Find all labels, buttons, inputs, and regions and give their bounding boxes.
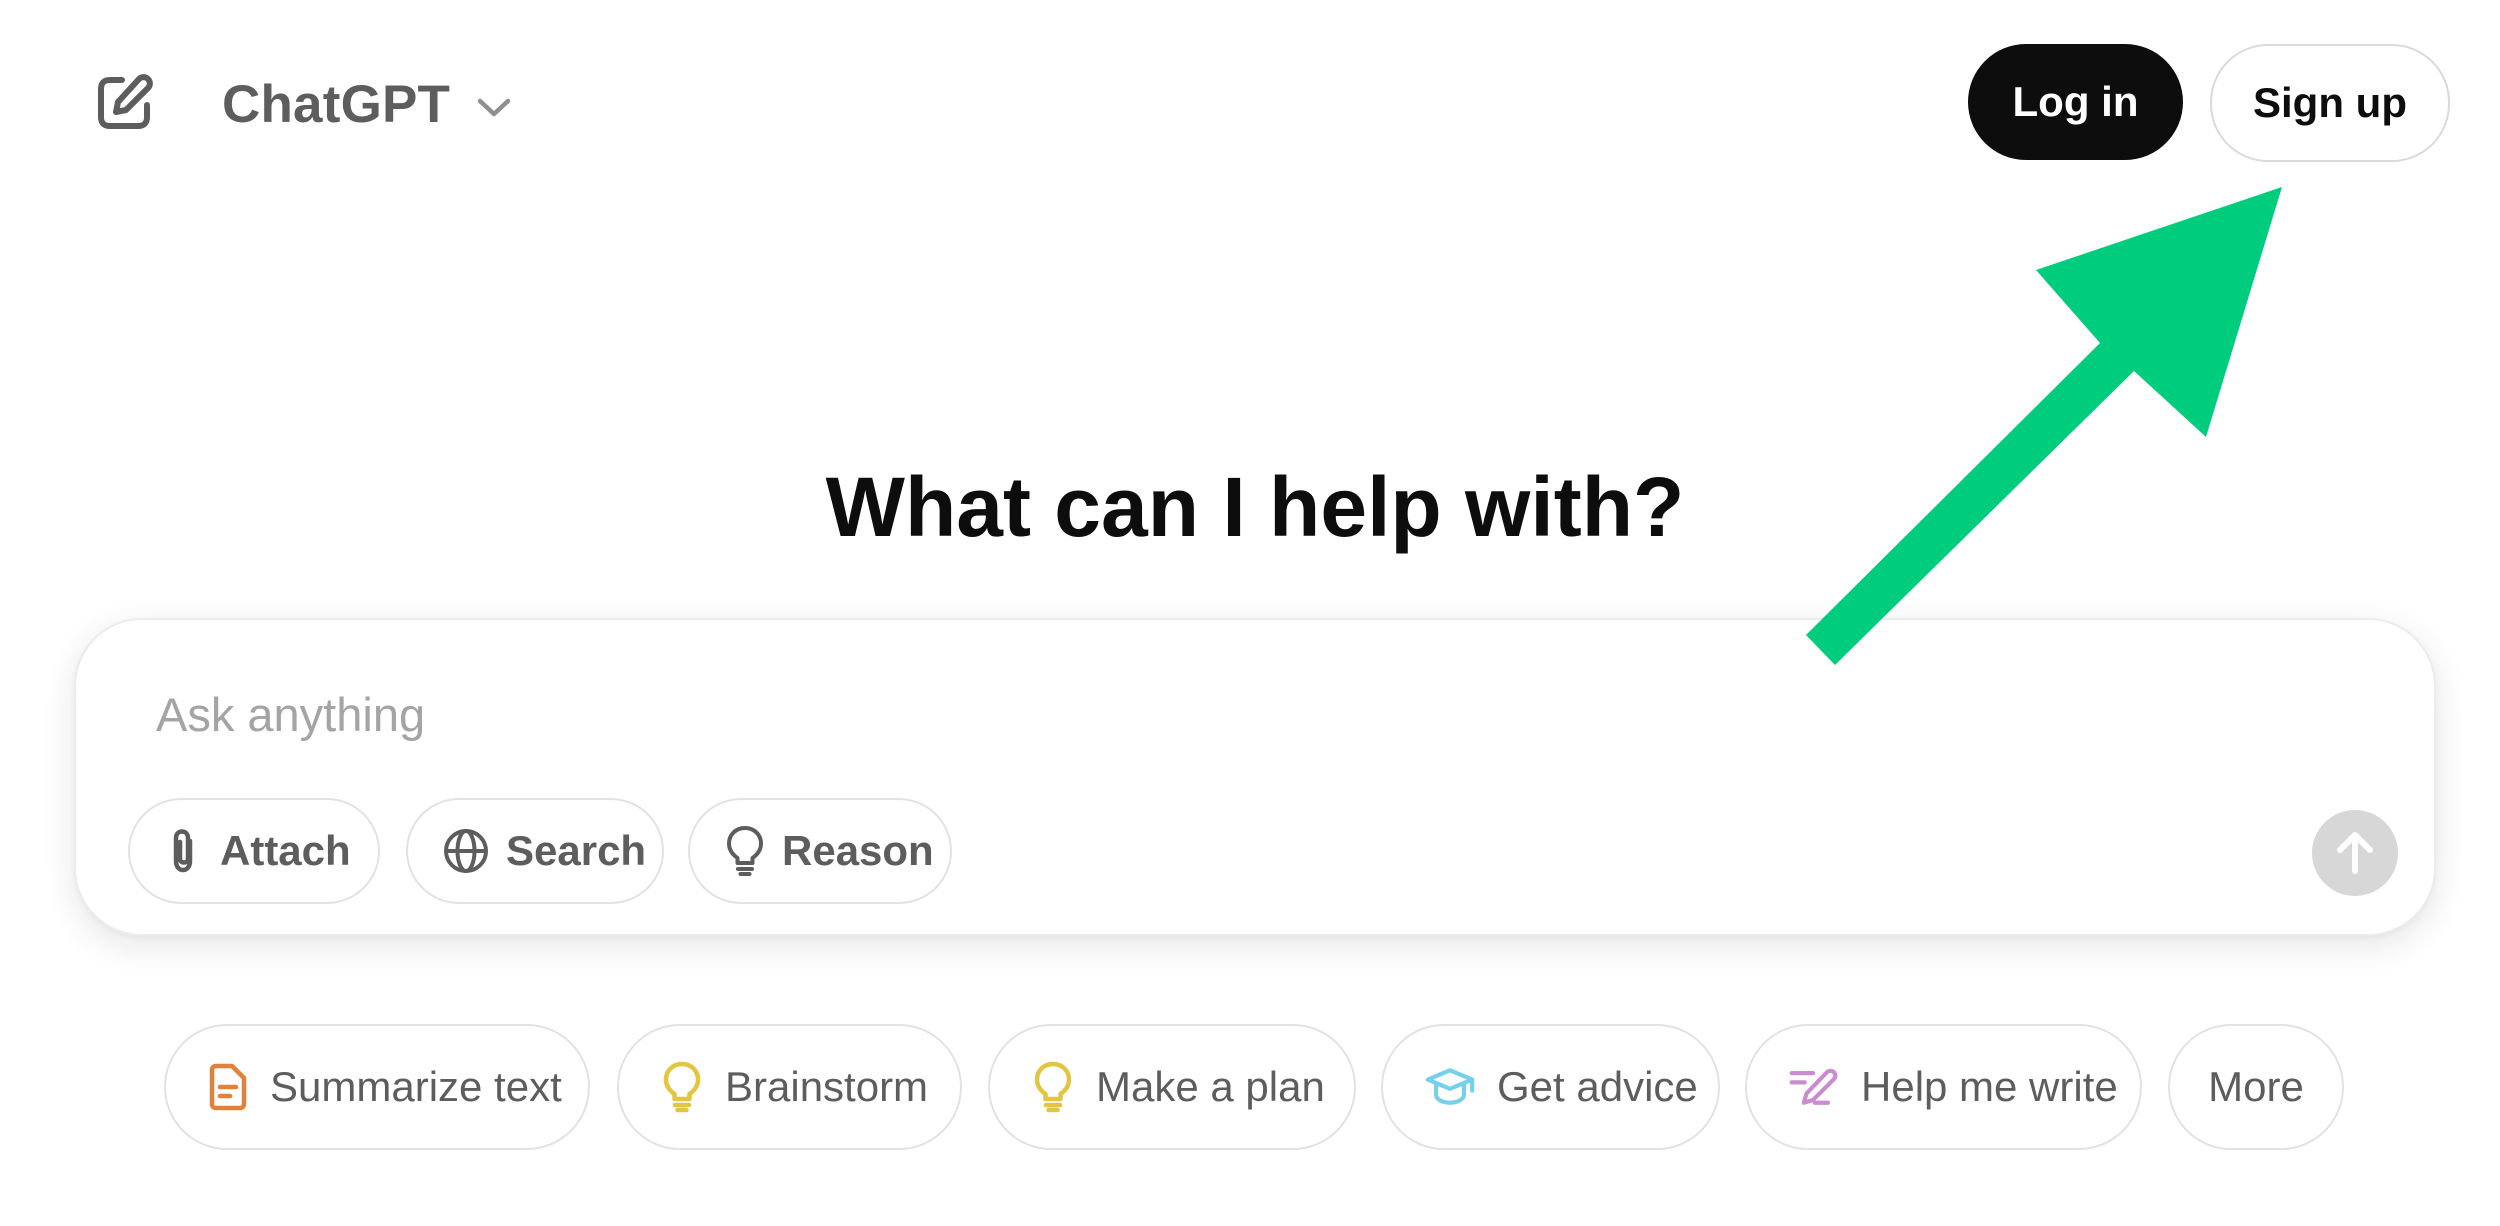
lightbulb-icon [724,826,766,876]
suggestion-label: Help me write [1861,1063,2118,1110]
reason-label: Reason [782,827,934,874]
globe-icon [442,827,490,875]
suggestion-summarize-text[interactable]: Summarize text [164,1024,590,1150]
lightbulb-icon [661,1060,703,1114]
graduation-cap-icon [1425,1060,1475,1114]
suggestion-label: Brainstorm [725,1063,929,1110]
page-title: What can I help with? [825,460,1685,554]
suggestion-make-a-plan[interactable]: Make a plan [988,1024,1356,1150]
model-name: ChatGPT [222,74,451,134]
arrow-up-icon [2337,832,2373,874]
paperclip-icon [164,827,204,875]
new-chat-button[interactable] [92,71,156,135]
prompt-input[interactable] [156,674,2256,754]
document-icon [208,1060,248,1114]
pen-lines-icon [1789,1060,1839,1114]
suggestion-brainstorm[interactable]: Brainstorm [617,1024,962,1150]
suggestion-label: Get advice [1497,1063,1698,1110]
suggestion-label: Summarize text [270,1063,562,1110]
suggestion-more[interactable]: More [2168,1024,2344,1150]
suggestion-label: More [2208,1063,2304,1110]
search-label: Search [506,827,647,874]
green-arrow-pointing-to-sign-up [1806,187,2282,665]
edit-pencil-square-icon [98,74,153,129]
suggestion-help-me-write[interactable]: Help me write [1745,1024,2142,1150]
signup-button[interactable]: Sign up [2210,44,2450,162]
model-selector[interactable]: ChatGPT [222,66,512,142]
suggestion-get-advice[interactable]: Get advice [1381,1024,1720,1150]
login-button[interactable]: Log in [1968,44,2183,160]
search-button[interactable]: Search [406,798,664,904]
reason-button[interactable]: Reason [688,798,952,904]
suggestion-label: Make a plan [1096,1063,1325,1110]
lightbulb-icon [1032,1060,1074,1114]
send-button[interactable] [2312,810,2398,896]
composer: Attach Search Reason [74,618,2436,936]
top-bar: ChatGPT Log in Sign up [0,0,2500,205]
chevron-down-icon [476,97,512,119]
attach-button[interactable]: Attach [128,798,380,904]
attach-label: Attach [220,827,351,874]
